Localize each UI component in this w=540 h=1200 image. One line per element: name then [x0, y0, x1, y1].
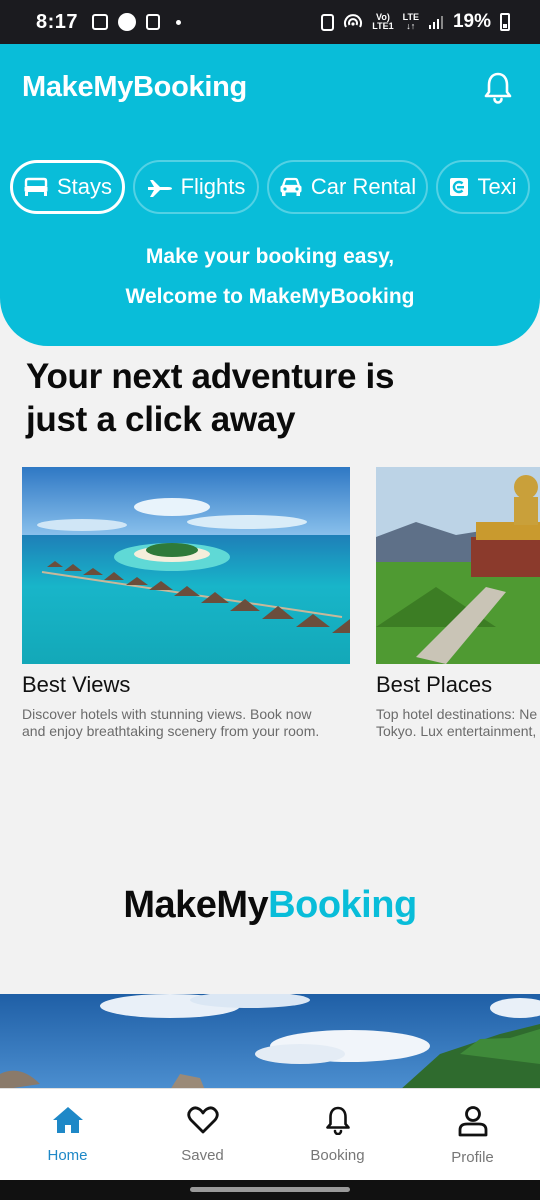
- card-best-views[interactable]: Best Views Discover hotels with stunning…: [22, 467, 352, 740]
- bottom-navigation: Home Saved Booking Profile: [0, 1088, 540, 1180]
- lte1-label: LTE1: [372, 21, 394, 31]
- maldives-resort-image: [22, 467, 350, 664]
- system-gesture-area: [0, 1180, 540, 1200]
- welcome-message: Make your booking easy, Welcome to MakeM…: [0, 237, 540, 317]
- status-time: 8:17: [36, 10, 79, 33]
- tab-car-rental-label: Car Rental: [310, 174, 417, 199]
- notifications-button[interactable]: [482, 70, 514, 104]
- nav-saved-label: Saved: [181, 1147, 224, 1164]
- nav-home-label: Home: [47, 1147, 88, 1164]
- brand-part-2: Booking: [268, 884, 417, 926]
- tab-flights-label: Flights: [180, 174, 246, 199]
- hotspot-icon: [344, 14, 363, 28]
- nav-booking-label: Booking: [310, 1147, 365, 1164]
- header: MakeMyBooking Stays Flights Car Rental T…: [0, 44, 540, 346]
- heart-icon: [186, 1106, 219, 1134]
- sim-notification-icon: [146, 14, 161, 30]
- brand-logo-text: MakeMyBooking: [0, 884, 540, 927]
- card-title: Best Places: [376, 672, 493, 697]
- more-notifications-icon: [176, 19, 182, 25]
- card-best-places[interactable]: Best Places Top hotel destinations: Ne D…: [376, 467, 540, 740]
- card-description: Discover hotels with stunning views. Boo…: [22, 706, 320, 739]
- brand-part-1: MakeMy: [123, 884, 269, 926]
- nav-booking[interactable]: Booking: [270, 1089, 405, 1181]
- nav-home[interactable]: Home: [0, 1089, 135, 1181]
- gallery-notification-icon: [92, 14, 109, 30]
- status-bar: 8:17 Vo) LTE1 LTE ↓↑ 19%: [0, 0, 540, 44]
- app-title: MakeMyBooking: [22, 71, 247, 103]
- tab-flights[interactable]: Flights: [133, 160, 259, 214]
- data-arrows-label: ↓↑: [406, 21, 416, 31]
- car-icon: [280, 177, 302, 196]
- battery-percentage: 19%: [452, 11, 491, 32]
- lte-indicator: LTE ↓↑: [403, 13, 419, 31]
- bed-icon: [24, 177, 48, 196]
- bell-icon: [325, 1106, 350, 1135]
- tab-car-rental[interactable]: Car Rental: [267, 160, 428, 214]
- battery-icon: [500, 13, 510, 31]
- battery-saver-icon: [321, 13, 335, 31]
- signal-icon: [428, 16, 443, 29]
- app-notification-icon: [118, 13, 137, 31]
- welcome-line-2: Welcome to MakeMyBooking: [125, 285, 415, 308]
- scenic-banner-image: [0, 994, 540, 1090]
- person-icon: [458, 1106, 487, 1137]
- welcome-line-1: Make your booking easy,: [145, 245, 395, 268]
- volte-indicator: Vo) LTE1: [372, 13, 393, 31]
- app-screen: 8:17 Vo) LTE1 LTE ↓↑ 19% MakeMyBooking S…: [0, 0, 540, 1200]
- nav-profile-label: Profile: [451, 1149, 494, 1166]
- taxi-icon: [450, 178, 469, 196]
- nav-saved[interactable]: Saved: [135, 1089, 270, 1181]
- home-gesture-bar[interactable]: [190, 1187, 350, 1192]
- bell-icon: [484, 72, 512, 104]
- card-description: Top hotel destinations: Ne Dubai, London…: [376, 706, 540, 739]
- category-tabs: Stays Flights Car Rental Texi: [10, 158, 540, 216]
- tab-texi[interactable]: Texi: [436, 160, 530, 214]
- page-headline: Your next adventure is just a click away: [26, 357, 395, 439]
- temple-landscape-image: [376, 467, 540, 664]
- tab-texi-label: Texi: [477, 174, 517, 199]
- home-icon: [52, 1107, 83, 1133]
- nav-profile[interactable]: Profile: [405, 1089, 540, 1181]
- tab-stays[interactable]: Stays: [10, 160, 125, 214]
- tab-stays-label: Stays: [56, 174, 113, 199]
- promo-carousel: Best Views Discover hotels with stunning…: [22, 467, 540, 787]
- airplane-icon: [147, 180, 172, 197]
- card-title: Best Views: [22, 672, 131, 697]
